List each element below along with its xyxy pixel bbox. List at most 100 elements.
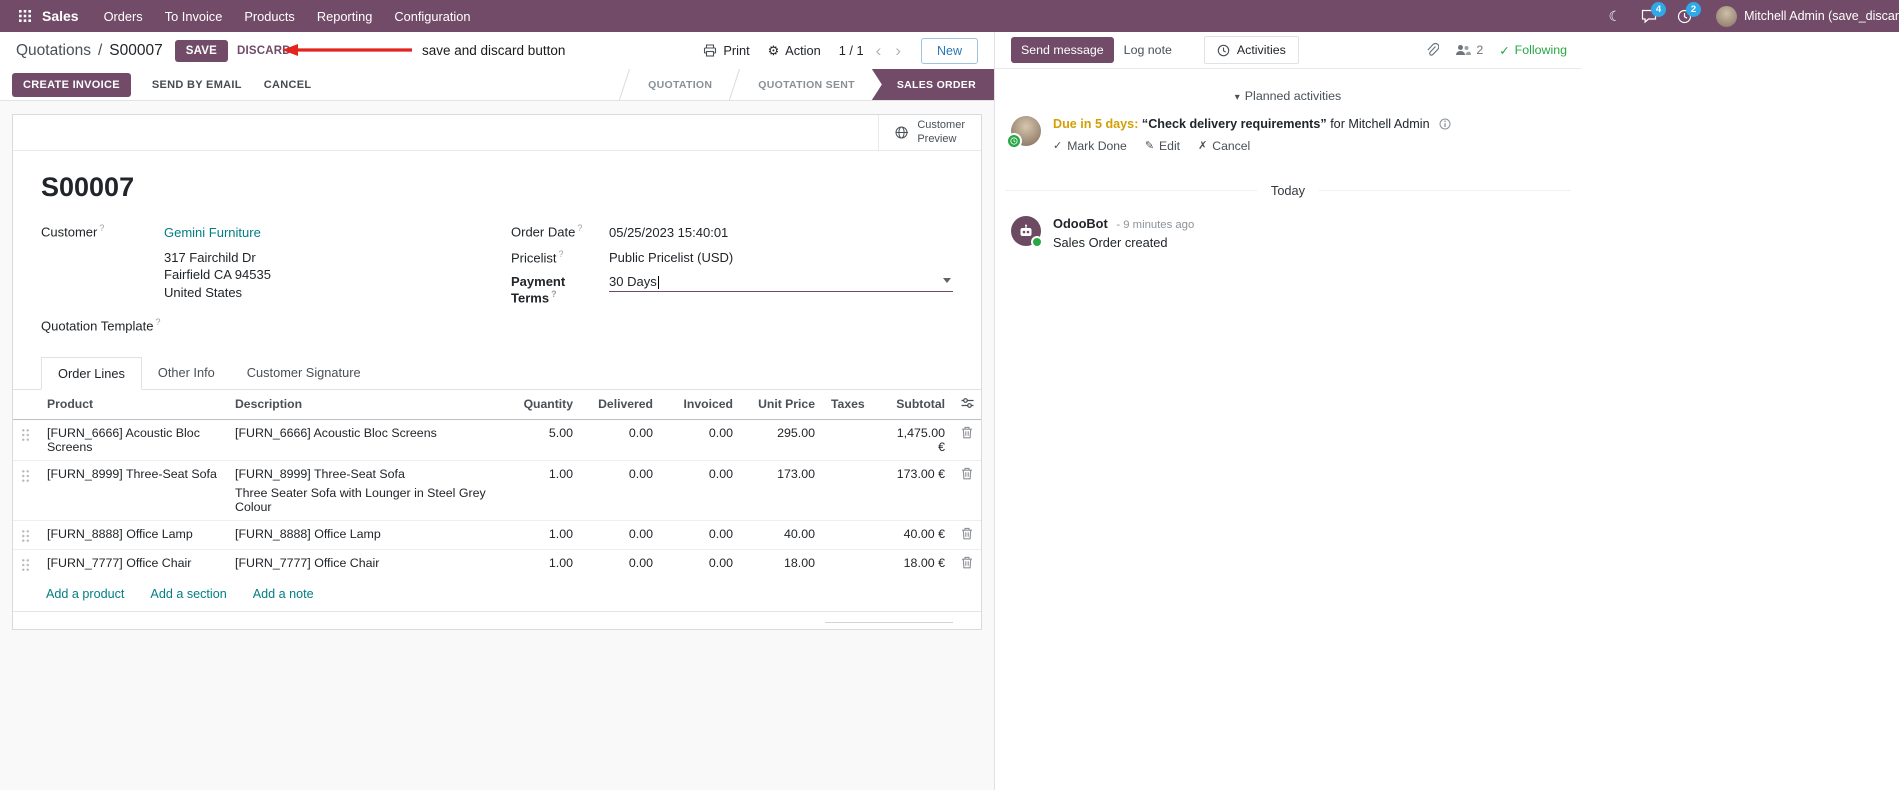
annotation: save and discard button xyxy=(282,42,565,58)
breadcrumb-quotations-link[interactable]: Quotations xyxy=(16,42,91,60)
customer-link[interactable]: Gemini Furniture xyxy=(164,225,261,240)
cancel-order-button[interactable]: CANCEL xyxy=(253,73,323,97)
new-button[interactable]: New xyxy=(920,37,978,64)
cancel-activity-button[interactable]: ✗ Cancel xyxy=(1198,139,1250,153)
drag-handle[interactable] xyxy=(13,519,39,550)
menu-reporting[interactable]: Reporting xyxy=(306,0,384,32)
quantity-cell[interactable]: 5.00 xyxy=(497,419,581,460)
invoiced-cell[interactable]: 0.00 xyxy=(661,419,741,460)
payment-terms-input[interactable]: 30 Days xyxy=(609,274,953,292)
taxes-cell[interactable] xyxy=(823,419,885,460)
following-label: Following xyxy=(1514,43,1567,57)
delete-line-button[interactable] xyxy=(953,519,981,550)
description-cell[interactable]: [FURN_8888] Office Lamp xyxy=(227,519,497,550)
optional-columns-button[interactable] xyxy=(953,389,981,420)
apps-menu-button[interactable] xyxy=(10,10,40,22)
description-cell[interactable]: [FURN_8999] Three-Seat Sofa Three Seater… xyxy=(227,459,497,521)
send-by-email-button[interactable]: SEND BY EMAIL xyxy=(141,73,253,97)
print-button[interactable]: Print xyxy=(703,43,750,58)
description-cell[interactable]: [FURN_7777] Office Chair xyxy=(227,548,497,578)
field-columns: Customer? Gemini Furniture 317 Fairchild… xyxy=(41,223,953,342)
pricelist-value[interactable]: Public Pricelist (USD) xyxy=(609,250,733,265)
delivered-cell[interactable]: 0.00 xyxy=(581,519,661,550)
product-cell[interactable]: [FURN_7777] Office Chair xyxy=(39,548,227,578)
mark-done-button[interactable]: ✓ Mark Done xyxy=(1053,139,1127,153)
delete-line-button[interactable] xyxy=(953,419,981,460)
order-line-row[interactable]: [FURN_6666] Acoustic Bloc Screens [FURN_… xyxy=(13,419,981,460)
drag-handle[interactable] xyxy=(13,419,39,460)
activities-button[interactable]: Activities xyxy=(1203,36,1299,64)
mark-done-label: Mark Done xyxy=(1067,138,1127,153)
delete-line-button[interactable] xyxy=(953,459,981,521)
followers-button[interactable]: 2 xyxy=(1455,43,1483,57)
apps-grid-icon xyxy=(19,10,31,22)
messages-button[interactable]: 4 xyxy=(1631,0,1667,32)
menu-to-invoice[interactable]: To Invoice xyxy=(154,0,234,32)
product-cell[interactable]: [FURN_8999] Three-Seat Sofa xyxy=(39,459,227,521)
menu-orders[interactable]: Orders xyxy=(93,0,154,32)
drag-handle[interactable] xyxy=(13,459,39,521)
order-line-row[interactable]: [FURN_8999] Three-Seat Sofa [FURN_8999] … xyxy=(13,459,981,521)
trash-icon xyxy=(962,467,972,479)
log-note-button[interactable]: Log note xyxy=(1114,37,1182,63)
tab-customer-signature[interactable]: Customer Signature xyxy=(231,357,377,390)
edit-activity-button[interactable]: ✎ Edit xyxy=(1145,139,1180,153)
order-line-row[interactable]: [FURN_8888] Office Lamp [FURN_8888] Offi… xyxy=(13,519,981,550)
app-name[interactable]: Sales xyxy=(42,8,79,24)
stage-sales-order[interactable]: SALES ORDER xyxy=(871,69,994,100)
pager-next-button[interactable]: › xyxy=(893,42,903,59)
quantity-cell[interactable]: 1.00 xyxy=(497,519,581,550)
tab-other-info[interactable]: Other Info xyxy=(142,357,231,390)
order-date-value[interactable]: 05/25/2023 15:40:01 xyxy=(609,225,728,240)
following-button[interactable]: ✓ Following xyxy=(1499,43,1567,58)
discard-button[interactable]: DISCARD xyxy=(228,40,300,62)
add-product-link[interactable]: Add a product xyxy=(46,587,124,601)
send-message-button[interactable]: Send message xyxy=(1011,37,1114,63)
delivered-cell[interactable]: 0.00 xyxy=(581,419,661,460)
pencil-icon: ✎ xyxy=(1144,140,1155,153)
activity-item: Due in 5 days: “Check delivery requireme… xyxy=(1005,116,1571,153)
unit-price-cell[interactable]: 295.00 xyxy=(741,419,823,460)
product-cell[interactable]: [FURN_8888] Office Lamp xyxy=(39,519,227,550)
activities-label: Activities xyxy=(1236,43,1286,57)
taxes-cell[interactable] xyxy=(823,459,885,521)
stage-quotation[interactable]: QUOTATION xyxy=(631,69,729,100)
customer-preview-button[interactable]: Customer Preview xyxy=(878,115,981,150)
delivered-cell[interactable]: 0.00 xyxy=(581,459,661,521)
add-note-link[interactable]: Add a note xyxy=(253,587,314,601)
order-line-row[interactable]: [FURN_7777] Office Chair [FURN_7777] Off… xyxy=(13,548,981,578)
unit-price-cell[interactable]: 173.00 xyxy=(741,459,823,521)
quantity-cell[interactable]: 1.00 xyxy=(497,548,581,578)
invoiced-cell[interactable]: 0.00 xyxy=(661,519,741,550)
attach-files-button[interactable] xyxy=(1424,42,1440,58)
tab-order-lines[interactable]: Order Lines xyxy=(41,356,142,390)
user-menu[interactable]: Mitchell Admin (save_discar xyxy=(1702,0,1899,32)
action-button[interactable]: ⚙ Action xyxy=(768,43,821,59)
invoiced-cell[interactable]: 0.00 xyxy=(661,459,741,521)
menu-configuration[interactable]: Configuration xyxy=(383,0,481,32)
quantity-cell[interactable]: 1.00 xyxy=(497,459,581,521)
add-section-link[interactable]: Add a section xyxy=(150,587,226,601)
activity-info-button[interactable] xyxy=(1439,118,1451,130)
delete-line-button[interactable] xyxy=(953,548,981,578)
drag-handle[interactable] xyxy=(13,548,39,578)
order-lines-table: Product Description Quantity Delivered I… xyxy=(13,389,981,578)
dropdown-caret-icon[interactable] xyxy=(943,278,951,283)
create-invoice-button[interactable]: CREATE INVOICE xyxy=(12,72,131,97)
description-cell[interactable]: [FURN_6666] Acoustic Bloc Screens xyxy=(227,419,497,460)
quotation-template-field[interactable]: Quotation Template? xyxy=(41,317,511,333)
activities-systray-button[interactable]: 2 xyxy=(1667,0,1702,32)
planned-activities-toggle[interactable]: ▾ Planned activities xyxy=(1005,89,1571,103)
unit-price-cell[interactable]: 18.00 xyxy=(741,548,823,578)
stage-quotation-sent[interactable]: QUOTATION SENT xyxy=(741,69,872,100)
product-cell[interactable]: [FURN_6666] Acoustic Bloc Screens xyxy=(39,419,227,460)
taxes-cell[interactable] xyxy=(823,519,885,550)
pager-previous-button[interactable]: ‹ xyxy=(874,42,884,59)
unit-price-cell[interactable]: 40.00 xyxy=(741,519,823,550)
save-button[interactable]: SAVE xyxy=(174,39,228,62)
taxes-cell[interactable] xyxy=(823,548,885,578)
menu-products[interactable]: Products xyxy=(233,0,306,32)
dark-mode-toggle[interactable]: ☾ xyxy=(1599,0,1632,32)
delivered-cell[interactable]: 0.00 xyxy=(581,548,661,578)
invoiced-cell[interactable]: 0.00 xyxy=(661,548,741,578)
